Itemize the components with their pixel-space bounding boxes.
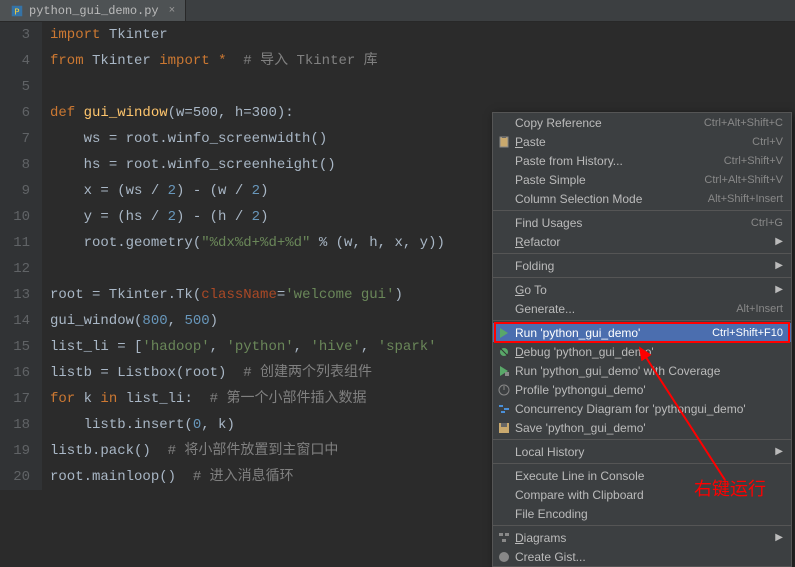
line-number: 17 [0,386,30,412]
menu-folding[interactable]: Folding▶ [493,256,791,275]
line-number: 8 [0,152,30,178]
save-icon [497,421,511,435]
tab-bar: P python_gui_demo.py × [0,0,795,22]
diagrams-icon [497,531,511,545]
line-number: 6 [0,100,30,126]
menu-generate[interactable]: Generate...Alt+Insert [493,299,791,318]
gutter: 3 4 5 6 7 8 9 10 11 12 13 14 15 16 17 18… [0,22,42,490]
menu-profile[interactable]: Profile 'pythongui_demo' [493,380,791,399]
code-line: import Tkinter [50,22,795,48]
line-number: 3 [0,22,30,48]
line-number: 13 [0,282,30,308]
gist-icon [497,550,511,564]
line-number: 20 [0,464,30,490]
tab-close-icon[interactable]: × [169,5,176,17]
submenu-arrow-icon: ▶ [775,260,783,271]
submenu-arrow-icon: ▶ [775,284,783,295]
menu-find-usages[interactable]: Find UsagesCtrl+G [493,213,791,232]
menu-separator [493,439,791,440]
menu-create-gist[interactable]: Create Gist... [493,547,791,566]
menu-goto[interactable]: Go To▶ [493,280,791,299]
line-number: 18 [0,412,30,438]
line-number: 12 [0,256,30,282]
line-number: 16 [0,360,30,386]
menu-paste[interactable]: PasteCtrl+V [493,132,791,151]
line-number: 14 [0,308,30,334]
line-number: 11 [0,230,30,256]
menu-save[interactable]: Save 'python_gui_demo' [493,418,791,437]
line-number: 9 [0,178,30,204]
menu-separator [493,277,791,278]
submenu-arrow-icon: ▶ [775,532,783,543]
paste-icon [497,135,511,149]
tab-filename: python_gui_demo.py [29,4,159,18]
menu-separator [493,210,791,211]
code-line: from Tkinter import * # 导入 Tkinter 库 [50,48,795,74]
profile-icon [497,383,511,397]
menu-compare-clipboard[interactable]: Compare with Clipboard [493,485,791,504]
run-icon [497,326,511,340]
line-number: 19 [0,438,30,464]
menu-run-coverage[interactable]: Run 'python_gui_demo' with Coverage [493,361,791,380]
menu-execute-console[interactable]: Execute Line in Console [493,466,791,485]
line-number: 15 [0,334,30,360]
concurrency-icon [497,402,511,416]
coverage-icon [497,364,511,378]
menu-refactor[interactable]: Refactor▶ [493,232,791,251]
menu-diagrams[interactable]: Diagrams▶ [493,528,791,547]
line-number: 5 [0,74,30,100]
submenu-arrow-icon: ▶ [775,446,783,457]
python-file-icon: P [10,4,24,18]
menu-paste-history[interactable]: Paste from History...Ctrl+Shift+V [493,151,791,170]
file-tab[interactable]: P python_gui_demo.py × [0,0,186,21]
menu-run[interactable]: Run 'python_gui_demo'Ctrl+Shift+F10 [493,323,791,342]
menu-separator [493,525,791,526]
menu-debug[interactable]: Debug 'python_gui_demo' [493,342,791,361]
svg-text:P: P [14,7,19,17]
line-number: 7 [0,126,30,152]
code-line [50,74,795,100]
menu-column-selection[interactable]: Column Selection ModeAlt+Shift+Insert [493,189,791,208]
menu-copy-reference[interactable]: Copy ReferenceCtrl+Alt+Shift+C [493,113,791,132]
menu-paste-simple[interactable]: Paste SimpleCtrl+Alt+Shift+V [493,170,791,189]
menu-local-history[interactable]: Local History▶ [493,442,791,461]
submenu-arrow-icon: ▶ [775,236,783,247]
menu-separator [493,253,791,254]
menu-separator [493,463,791,464]
menu-concurrency[interactable]: Concurrency Diagram for 'pythongui_demo' [493,399,791,418]
line-number: 4 [0,48,30,74]
line-number: 10 [0,204,30,230]
menu-separator [493,320,791,321]
context-menu: Copy ReferenceCtrl+Alt+Shift+C PasteCtrl… [492,112,792,567]
menu-file-encoding[interactable]: File Encoding [493,504,791,523]
debug-icon [497,345,511,359]
